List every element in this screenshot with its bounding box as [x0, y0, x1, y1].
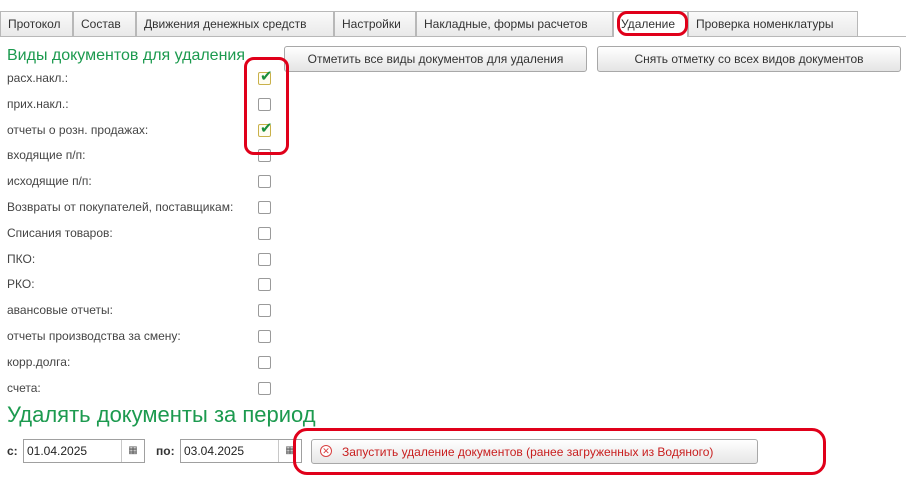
- doc-type-label: отчеты производства за смену:: [7, 329, 181, 343]
- doc-type-checkbox[interactable]: [258, 278, 271, 291]
- doc-type-label: входящие п/п:: [7, 148, 86, 162]
- doc-type-label: счета:: [7, 381, 41, 395]
- tab-nomenclature-check[interactable]: Проверка номенклатуры: [688, 11, 858, 36]
- tab-label: Протокол: [8, 17, 61, 31]
- close-circle-icon: ✕: [320, 445, 332, 457]
- doc-type-checkbox[interactable]: [258, 149, 271, 162]
- doc-type-checkbox[interactable]: [258, 356, 271, 369]
- unmark-all-button[interactable]: Снять отметку со всех видов документов: [597, 46, 901, 72]
- tab-label: Состав: [81, 17, 121, 31]
- doc-type-checkbox[interactable]: [258, 201, 271, 214]
- tab-label: Удаление: [621, 17, 676, 31]
- tab-deletion[interactable]: Удаление: [613, 11, 688, 37]
- doc-type-label: исходящие п/п:: [7, 174, 92, 188]
- run-deletion-label: Запустить удаление документов (ранее заг…: [342, 445, 714, 459]
- doc-type-checkbox[interactable]: [258, 227, 271, 240]
- tab-label: Накладные, формы расчетов: [424, 17, 588, 31]
- doc-type-checkbox[interactable]: [258, 304, 271, 317]
- date-to-label: по:: [156, 444, 175, 458]
- doc-type-label: отчеты о розн. продажах:: [7, 123, 149, 137]
- doc-type-label: Списания товаров:: [7, 226, 113, 240]
- doc-type-checkbox[interactable]: ✔: [258, 120, 273, 137]
- doc-type-checkbox[interactable]: [258, 253, 271, 266]
- tab-bar: Протокол Состав Движения денежных средст…: [0, 0, 906, 37]
- tab-invoices[interactable]: Накладные, формы расчетов: [416, 11, 613, 36]
- tab-protocol[interactable]: Протокол: [0, 11, 73, 36]
- date-from-field[interactable]: 01.04.2025 ▦: [23, 439, 145, 463]
- period-title: Удалять документы за период: [7, 402, 316, 427]
- date-from-label: с:: [7, 444, 18, 458]
- doc-type-label: расх.накл.:: [7, 71, 69, 85]
- date-to-value: 03.04.2025: [184, 444, 245, 458]
- tab-cash-flows[interactable]: Движения денежных средств: [136, 11, 334, 36]
- date-to-field[interactable]: 03.04.2025 ▦: [180, 439, 302, 463]
- calendar-icon[interactable]: ▦: [278, 440, 301, 462]
- tab-composition[interactable]: Состав: [73, 11, 136, 36]
- doc-type-label: РКО:: [7, 277, 35, 291]
- tab-label: Настройки: [342, 17, 401, 31]
- checkmark-icon: ✔: [260, 120, 273, 137]
- checkmark-icon: ✔: [260, 68, 273, 85]
- doc-type-label: Возвраты от покупателей, поставщикам:: [7, 200, 234, 214]
- tab-label: Проверка номенклатуры: [696, 17, 834, 31]
- doc-types-title: Виды документов для удаления: [7, 47, 246, 64]
- doc-type-label: авансовые отчеты:: [7, 303, 113, 317]
- doc-type-label: прих.накл.:: [7, 97, 69, 111]
- doc-type-checkbox[interactable]: [258, 98, 271, 111]
- tab-settings[interactable]: Настройки: [334, 11, 416, 36]
- doc-type-checkbox[interactable]: ✔: [258, 68, 273, 85]
- tab-label: Движения денежных средств: [144, 17, 307, 31]
- date-from-value: 01.04.2025: [27, 444, 88, 458]
- doc-type-checkbox[interactable]: [258, 175, 271, 188]
- doc-type-label: корр.долга:: [7, 355, 71, 369]
- mark-all-button[interactable]: Отметить все виды документов для удалени…: [284, 46, 587, 72]
- doc-type-checkbox[interactable]: [258, 330, 271, 343]
- doc-type-label: ПКО:: [7, 252, 36, 266]
- run-deletion-button[interactable]: ✕ Запустить удаление документов (ранее з…: [311, 439, 758, 464]
- calendar-icon[interactable]: ▦: [121, 440, 144, 462]
- doc-type-checkbox[interactable]: [258, 382, 271, 395]
